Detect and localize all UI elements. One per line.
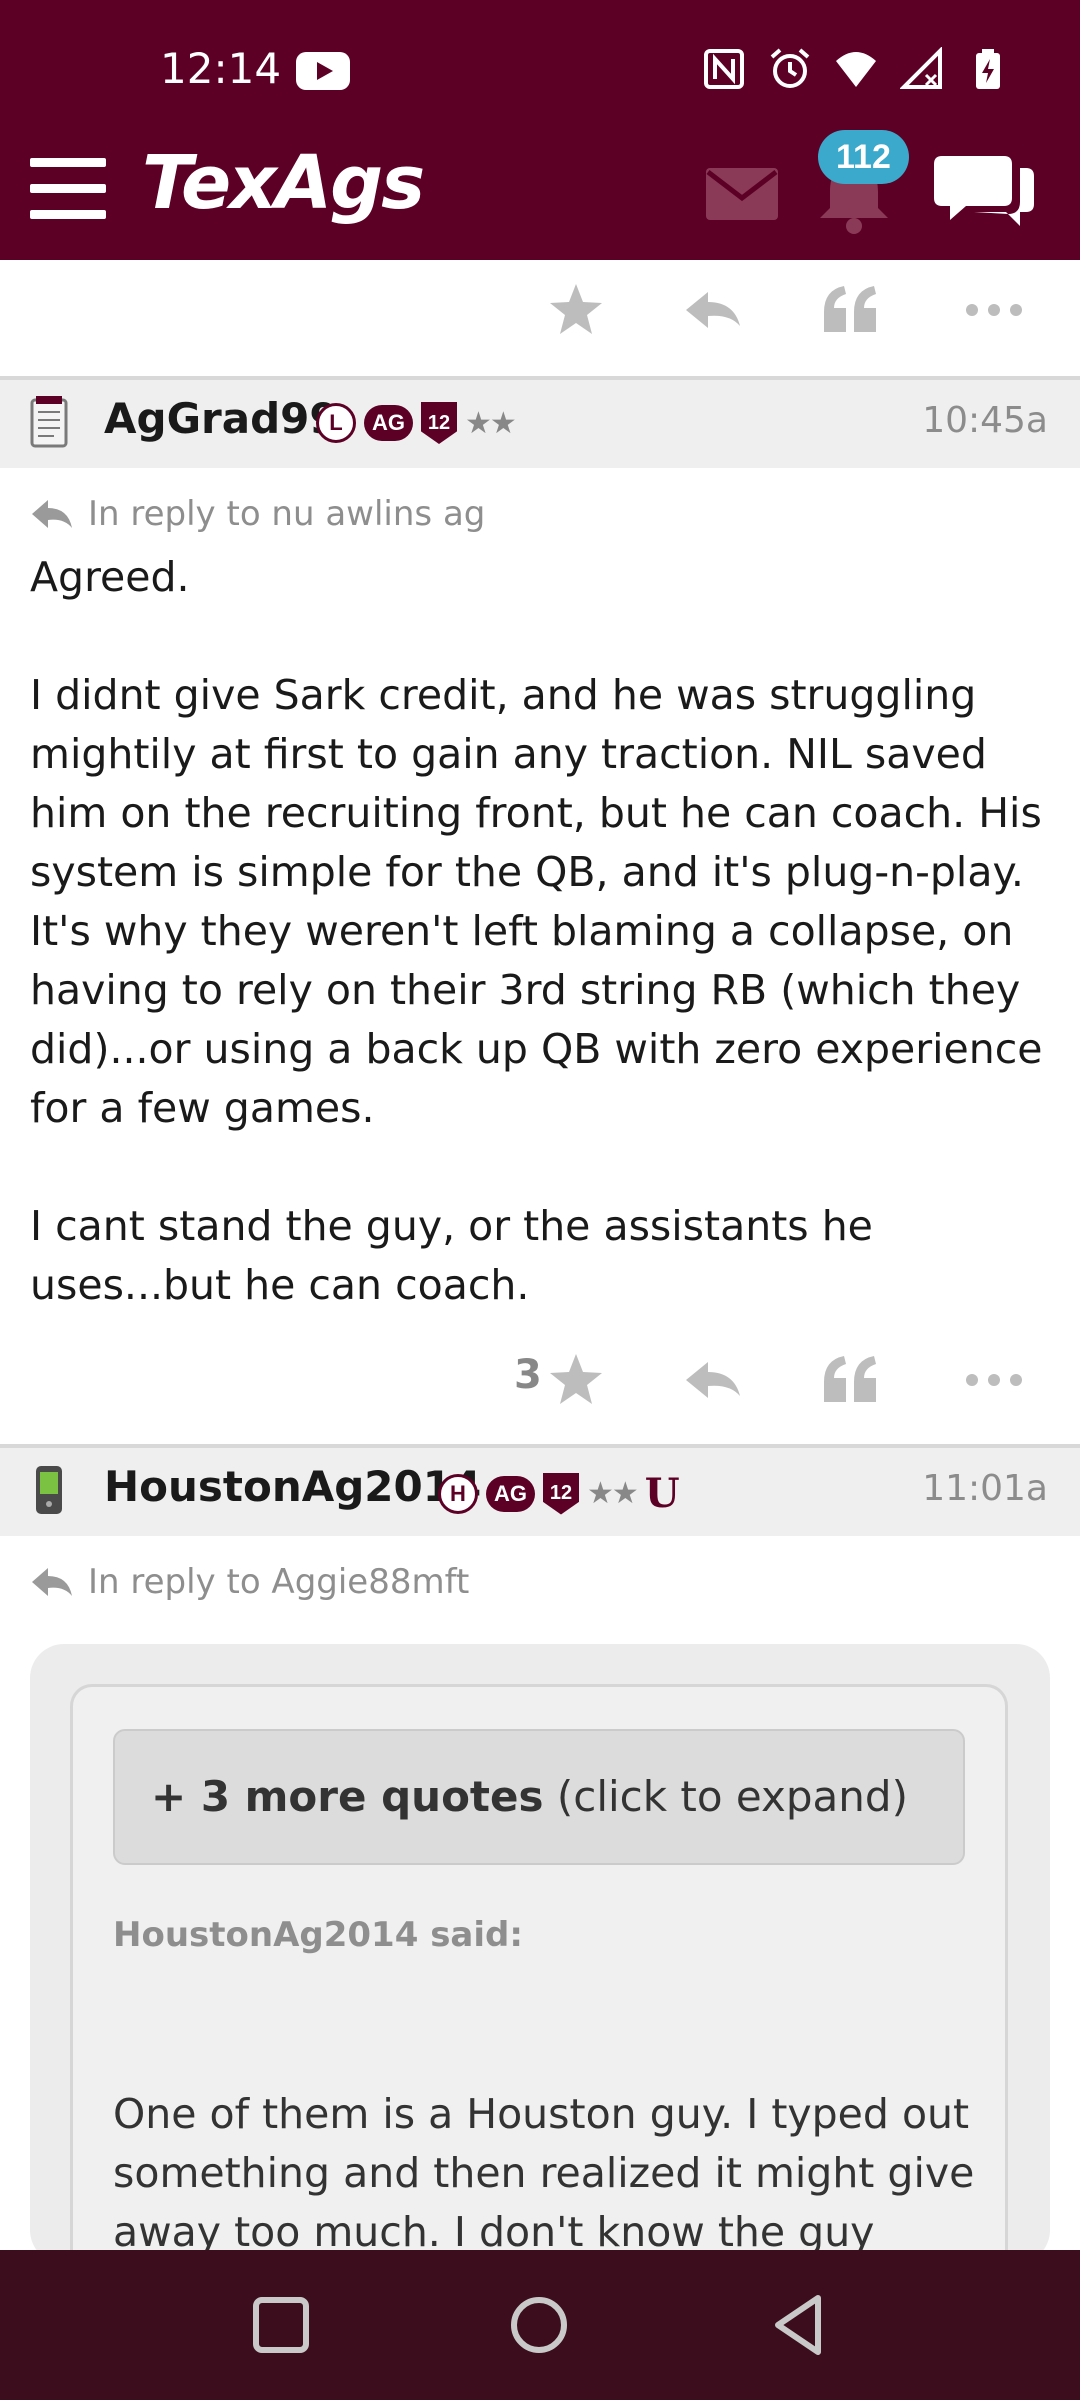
- badge-ag: AG: [364, 405, 413, 441]
- expand-quotes-bold: + 3 more quotes: [151, 1772, 544, 1821]
- system-nav-bar: [0, 2250, 1080, 2400]
- notification-count-badge[interactable]: 112: [818, 130, 909, 184]
- badge-ag: AG: [486, 1475, 535, 1512]
- expand-quotes-button[interactable]: + 3 more quotes (click to expand): [113, 1729, 965, 1865]
- post-paragraph: I cant stand the guy, or the assistants …: [30, 1202, 873, 1309]
- quote-text: One of them is a Houston guy. I typed ou…: [113, 2090, 975, 2256]
- quote-icon[interactable]: [820, 1350, 880, 1410]
- youtube-icon: [296, 52, 350, 90]
- star-icon[interactable]: [546, 1350, 606, 1410]
- battery-charging-icon: [976, 49, 1000, 89]
- user-badges: L AG 12 ★★: [316, 402, 517, 444]
- reply-to-link[interactable]: In reply to Aggie88mft: [30, 1562, 469, 1602]
- badge-stars: ★★: [587, 1477, 639, 1510]
- expand-quotes-rest: (click to expand): [543, 1772, 908, 1821]
- more-icon[interactable]: [964, 1350, 1024, 1410]
- quote-inner: + 3 more quotes (click to expand) Housto…: [70, 1684, 1008, 2284]
- chat-icon[interactable]: [934, 150, 1034, 242]
- top-bar: 12:14 TexAgs: [0, 0, 1080, 260]
- badge-12-shield: 12: [543, 1472, 579, 1515]
- username[interactable]: AgGrad99: [104, 394, 339, 443]
- recents-icon[interactable]: [246, 2290, 316, 2360]
- badge-h: H: [438, 1473, 478, 1514]
- reply-arrow-icon: [32, 1568, 72, 1596]
- wifi-icon: [836, 52, 876, 87]
- reply-icon[interactable]: [682, 280, 742, 340]
- back-icon[interactable]: [764, 2290, 834, 2360]
- quote-attribution: HoustonAg2014 said:: [113, 1915, 523, 1955]
- status-time: 12:14: [160, 44, 282, 93]
- reply-to-text: In reply to nu awlins ag: [88, 494, 486, 534]
- quote-icon[interactable]: [820, 280, 880, 340]
- status-icons: [702, 44, 1010, 94]
- user-badges: H AG 12 ★★ U: [438, 1470, 680, 1517]
- post-body: Agreed. I didnt give Sark credit, and he…: [30, 548, 1050, 1315]
- star-count: 3: [514, 1352, 542, 1398]
- more-icon[interactable]: [964, 280, 1024, 340]
- badge-l: L: [316, 403, 356, 443]
- signal-icon: [900, 47, 942, 89]
- post-time: 11:01a: [922, 1468, 1048, 1509]
- reply-arrow-icon: [32, 500, 72, 528]
- reply-to-text: In reply to Aggie88mft: [88, 1562, 470, 1602]
- alarm-icon: [770, 48, 810, 88]
- reply-to-link[interactable]: In reply to nu awlins ag: [30, 494, 485, 534]
- app-bar: TexAgs: [0, 140, 1080, 260]
- star-icon[interactable]: [546, 280, 606, 340]
- menu-icon[interactable]: [30, 158, 106, 219]
- mail-icon[interactable]: [706, 168, 778, 220]
- status-bar: 12:14: [0, 0, 1080, 140]
- quote-block: + 3 more quotes (click to expand) Housto…: [30, 1644, 1050, 2284]
- badge-u: U: [644, 1470, 680, 1517]
- reply-icon[interactable]: [682, 1350, 742, 1410]
- notepad-icon: [30, 396, 68, 448]
- badge-12-shield: 12: [421, 402, 457, 444]
- post-header: HoustonAg2014 H AG 12 ★★ U 11:01a: [0, 1448, 1080, 1536]
- badge-stars: ★★: [465, 406, 517, 440]
- post-paragraph: Agreed.: [30, 553, 190, 601]
- post-header: AgGrad99 L AG 12 ★★ 10:45a: [0, 380, 1080, 468]
- post-time: 10:45a: [922, 400, 1048, 441]
- texags-logo[interactable]: TexAgs: [142, 140, 425, 226]
- phone-icon: [36, 1466, 62, 1514]
- post-paragraph: I didnt give Sark credit, and he was str…: [30, 671, 1043, 1132]
- nfc-icon: [704, 49, 744, 89]
- home-icon[interactable]: [504, 2290, 574, 2360]
- username[interactable]: HoustonAg2014: [104, 1462, 481, 1511]
